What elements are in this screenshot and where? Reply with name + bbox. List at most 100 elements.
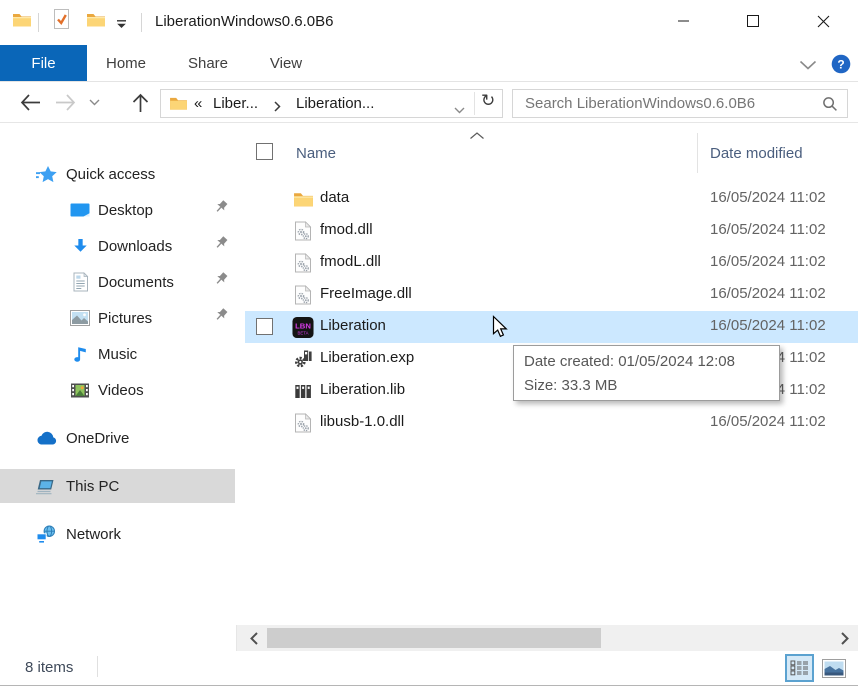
column-header-date-modified[interactable]: Date modified [710,145,803,162]
file-name: fmodL.dll [320,253,381,270]
pin-icon [213,271,229,292]
scrollbar-thumb[interactable] [267,628,601,648]
file-name: FreeImage.dll [320,285,412,302]
file-date-modified: 16/05/2024 11:02 [710,189,826,206]
dll-file-icon [292,252,314,274]
refresh-icon[interactable]: ↻ [481,91,495,111]
qat-separator [38,13,39,32]
breadcrumb-chevron-icon[interactable] [274,99,281,117]
pin-icon [213,307,229,328]
select-all-checkbox[interactable] [256,143,273,160]
file-info-tooltip: Date created: 01/05/2024 12:08 Size: 33.… [513,345,780,401]
customize-qat-chevron-icon[interactable] [116,17,127,32]
sidebar-item-label: This PC [66,478,119,495]
new-folder-icon[interactable] [86,12,106,31]
file-row[interactable]: fmod.dll 16/05/2024 11:02 [245,215,858,247]
file-name: fmod.dll [320,221,373,238]
sidebar-item-music[interactable]: Music [0,337,235,371]
file-explorer-window: LiberationWindows0.6.0B6 File Home Share… [0,0,858,686]
qat-separator [141,13,142,32]
sidebar-item-network[interactable]: Network [0,517,235,551]
search-icon[interactable] [822,96,838,117]
up-icon[interactable] [125,88,155,117]
file-name: data [320,189,349,206]
status-bar: 8 items [0,651,858,685]
network-icon [35,523,57,545]
file-name: Liberation [320,317,386,334]
maximize-button[interactable] [730,0,776,42]
tab-view[interactable]: View [258,45,314,81]
downloads-icon [69,235,91,257]
pictures-icon [69,307,91,329]
pin-icon [213,199,229,220]
tab-home[interactable]: Home [96,45,156,81]
address-bar[interactable]: « Liber... Liberation... ↻ [160,89,503,118]
sidebar-item-label: Downloads [98,238,172,255]
quick-access-star-icon [35,163,57,185]
videos-icon [69,379,91,401]
file-date-modified: 16/05/2024 11:02 [710,285,826,302]
details-view-button[interactable] [785,654,814,682]
desktop-icon [69,199,91,221]
search-input[interactable] [525,91,815,116]
sidebar-item-label: Desktop [98,202,153,219]
tooltip-date-created: Date created: 01/05/2024 12:08 [524,350,769,374]
sidebar-item-quick-access[interactable]: Quick access [0,157,235,191]
row-checkbox[interactable] [256,318,273,335]
sidebar-item-label: Music [98,346,137,363]
sidebar-item-desktop[interactable]: Desktop [0,193,235,227]
sidebar-item-onedrive[interactable]: OneDrive [0,421,235,455]
file-row[interactable]: libusb-1.0.dll 16/05/2024 11:02 [245,407,858,439]
help-icon[interactable]: ? [831,54,851,77]
navigation-pane: Quick access Desktop Downloads Doc [0,123,235,650]
scroll-right-icon[interactable] [834,625,856,651]
thumbnails-view-button[interactable] [819,654,848,682]
horizontal-scrollbar[interactable] [236,625,858,651]
address-folder-icon [169,96,188,116]
file-name: Liberation.lib [320,381,405,398]
folder-icon [292,188,314,210]
forward-icon[interactable] [50,88,80,117]
address-dropdown-chevron-icon[interactable] [454,101,465,119]
file-date-modified: 16/05/2024 11:02 [710,253,826,270]
file-row[interactable]: FreeImage.dll 16/05/2024 11:02 [245,279,858,311]
tooltip-size: Size: 33.3 MB [524,374,769,398]
scroll-left-icon[interactable] [243,625,265,651]
sidebar-item-videos[interactable]: Videos [0,373,235,407]
breadcrumb-item[interactable]: Liber... [213,90,258,117]
file-row[interactable]: data 16/05/2024 11:02 [245,183,858,215]
file-date-modified: 16/05/2024 11:02 [710,221,826,238]
sidebar-item-label: Documents [98,274,174,291]
navigation-bar: « Liber... Liberation... ↻ [0,82,858,123]
breadcrumb-item[interactable]: Liberation... [296,90,374,117]
tab-share[interactable]: Share [178,45,238,81]
close-button[interactable] [800,0,846,42]
documents-icon [69,271,91,293]
collapse-ribbon-chevron-icon[interactable] [799,58,817,73]
column-divider[interactable] [697,133,698,173]
sidebar-item-label: Pictures [98,310,152,327]
breadcrumb-collapsed-marker[interactable]: « [194,90,202,117]
sidebar-item-this-pc[interactable]: This PC [0,469,235,503]
properties-check-icon[interactable] [52,8,71,33]
explorer-folder-icon [12,12,32,33]
status-separator [97,656,98,677]
dll-file-icon [292,284,314,306]
address-separator [474,92,475,115]
item-count: 8 items [25,659,73,676]
sidebar-item-downloads[interactable]: Downloads [0,229,235,263]
back-icon[interactable] [15,88,45,117]
sidebar-item-documents[interactable]: Documents [0,265,235,299]
tab-file[interactable]: File [0,45,87,81]
file-row-selected[interactable]: LBNBETA Liberation 16/05/2024 11:02 [245,311,858,343]
dll-file-icon [292,220,314,242]
sidebar-item-label: Videos [98,382,144,399]
recent-locations-chevron-icon[interactable] [84,88,104,117]
sidebar-item-label: Quick access [66,166,155,183]
sidebar-item-pictures[interactable]: Pictures [0,301,235,335]
minimize-button[interactable] [661,0,707,42]
column-header-name[interactable]: Name [296,145,336,162]
pin-icon [213,235,229,256]
sidebar-item-label: Network [66,526,121,543]
file-row[interactable]: fmodL.dll 16/05/2024 11:02 [245,247,858,279]
